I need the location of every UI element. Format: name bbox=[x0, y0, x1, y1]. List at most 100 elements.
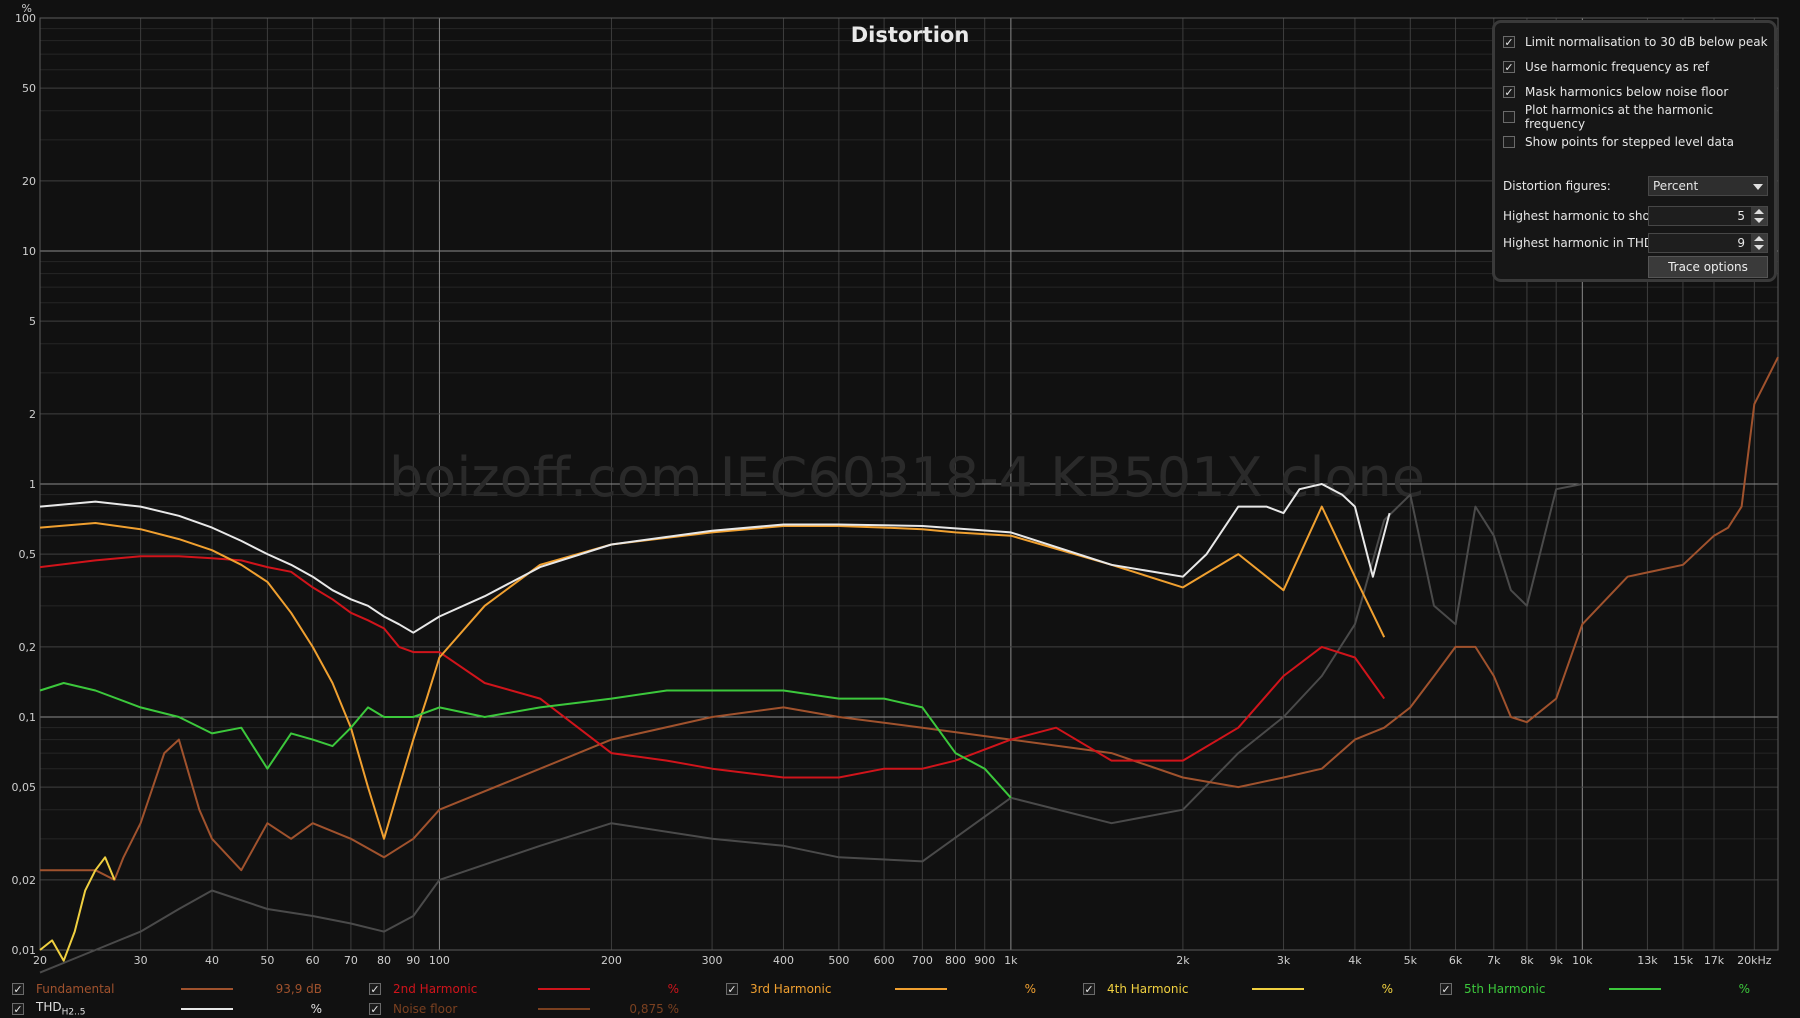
option-row[interactable]: Plot harmonics at the harmonic frequency bbox=[1503, 103, 1774, 131]
highest-harmonic-thd-stepper[interactable]: 9 bbox=[1648, 233, 1768, 253]
y-tick-label: 0,2 bbox=[19, 641, 37, 654]
legend-item[interactable]: ✓ Fundamental 93,9 dB bbox=[12, 980, 322, 998]
x-tick-label: 3k bbox=[1277, 954, 1291, 967]
legend-name: 2nd Harmonic bbox=[393, 982, 478, 996]
option-row[interactable]: Show points for stepped level data bbox=[1503, 133, 1734, 151]
highest-harmonic-thd-label: Highest harmonic in THD: bbox=[1503, 236, 1658, 250]
y-tick-label: 5 bbox=[29, 315, 36, 328]
x-tick-label: 7k bbox=[1487, 954, 1501, 967]
x-tick-label: 80 bbox=[377, 954, 391, 967]
x-tick-label: 400 bbox=[773, 954, 794, 967]
stepper-down-icon[interactable] bbox=[1754, 218, 1764, 223]
trace-options-button[interactable]: Trace options bbox=[1648, 256, 1768, 278]
legend-value: % bbox=[1024, 982, 1036, 996]
x-tick-label: 800 bbox=[945, 954, 966, 967]
option-checkbox[interactable]: ✓ bbox=[1503, 86, 1515, 99]
option-label: Show points for stepped level data bbox=[1525, 135, 1734, 149]
y-tick-label: 20 bbox=[22, 175, 36, 188]
option-checkbox[interactable]: ✓ bbox=[1503, 36, 1515, 49]
option-checkbox[interactable]: ✓ bbox=[1503, 61, 1515, 74]
legend-checkbox[interactable]: ✓ bbox=[12, 1003, 24, 1016]
legend-item[interactable]: ✓ 2nd Harmonic% bbox=[369, 980, 679, 998]
y-tick-label: 0,1 bbox=[19, 711, 37, 724]
x-tick-label: 20 bbox=[33, 954, 47, 967]
legend-checkbox[interactable]: ✓ bbox=[12, 983, 24, 996]
highest-harmonic-show-stepper[interactable]: 5 bbox=[1648, 206, 1768, 226]
stepper-up-icon[interactable] bbox=[1754, 209, 1764, 214]
distortion-figures-dropdown[interactable]: Percent bbox=[1648, 176, 1768, 196]
x-tick-label: 1k bbox=[1004, 954, 1018, 967]
y-unit-label: % bbox=[22, 2, 32, 15]
stepper-up-icon[interactable] bbox=[1754, 236, 1764, 241]
x-tick-label: 90 bbox=[406, 954, 420, 967]
x-tick-label: 100 bbox=[429, 954, 450, 967]
legend-checkbox[interactable]: ✓ bbox=[369, 983, 381, 996]
legend-value: 0,875 % bbox=[629, 1002, 679, 1016]
x-tick-label: 13k bbox=[1637, 954, 1658, 967]
y-tick-label: 50 bbox=[22, 82, 36, 95]
x-tick-label: 60 bbox=[306, 954, 320, 967]
legend-name-subscript: H2..5 bbox=[61, 1007, 86, 1018]
options-panel: ✓ Limit normalisation to 30 dB below peak… bbox=[1492, 20, 1777, 282]
legend-swatch bbox=[538, 988, 590, 990]
y-tick-label: 10 bbox=[22, 245, 36, 258]
legend-swatch bbox=[1252, 988, 1304, 990]
x-tick-label: 2k bbox=[1176, 954, 1190, 967]
legend-value: 93,9 dB bbox=[275, 982, 322, 996]
legend-bar: ✓ Fundamental 93,9 dB ✓ 2nd Harmonic% ✓ 3rd Ha… bbox=[0, 974, 1800, 1018]
legend-name: 3rd Harmonic bbox=[750, 982, 832, 996]
x-tick-label: 900 bbox=[974, 954, 995, 967]
option-row[interactable]: ✓ Limit normalisation to 30 dB below peak bbox=[1503, 33, 1768, 51]
legend-item[interactable]: ✓ 5th Harmonic% bbox=[1440, 980, 1750, 998]
x-tick-label: 17k bbox=[1704, 954, 1725, 967]
x-tick-label: 70 bbox=[344, 954, 358, 967]
legend-swatch bbox=[181, 988, 233, 990]
option-label: Use harmonic frequency as ref bbox=[1525, 60, 1709, 74]
y-tick-label: 2 bbox=[29, 408, 36, 421]
legend-item[interactable]: ✓ Noise floor 0,875 % bbox=[369, 1000, 679, 1018]
x-tick-label: 15k bbox=[1673, 954, 1694, 967]
stepper-down-icon[interactable] bbox=[1754, 245, 1764, 250]
legend-name: Fundamental bbox=[36, 982, 115, 996]
legend-name: 4th Harmonic bbox=[1107, 982, 1189, 996]
option-checkbox[interactable] bbox=[1503, 111, 1515, 123]
legend-swatch bbox=[895, 988, 947, 990]
highest-harmonic-show-value: 5 bbox=[1737, 209, 1745, 223]
option-row[interactable]: ✓ Use harmonic frequency as ref bbox=[1503, 58, 1709, 76]
x-tick-label: 9k bbox=[1549, 954, 1563, 967]
x-tick-label: 5k bbox=[1404, 954, 1418, 967]
stepper-buttons[interactable] bbox=[1751, 207, 1767, 225]
option-label: Mask harmonics below noise floor bbox=[1525, 85, 1729, 99]
x-tick-label: 50 bbox=[260, 954, 274, 967]
legend-checkbox[interactable]: ✓ bbox=[726, 983, 738, 996]
legend-checkbox[interactable]: ✓ bbox=[369, 1003, 381, 1016]
stepper-buttons[interactable] bbox=[1751, 234, 1767, 252]
legend-swatch bbox=[1609, 988, 1661, 990]
legend-name: 5th Harmonic bbox=[1464, 982, 1546, 996]
legend-value: % bbox=[1738, 982, 1750, 996]
distortion-figures-value: Percent bbox=[1653, 179, 1699, 193]
x-tick-label: 700 bbox=[912, 954, 933, 967]
y-tick-label: 0,5 bbox=[19, 548, 37, 561]
legend-name: THDH2..5 bbox=[36, 1000, 86, 1018]
x-tick-label: 8k bbox=[1520, 954, 1534, 967]
legend-value: % bbox=[1381, 982, 1393, 996]
x-tick-label: 40 bbox=[205, 954, 219, 967]
legend-item[interactable]: ✓ 4th Harmonic% bbox=[1083, 980, 1393, 998]
highest-harmonic-show-label: Highest harmonic to show: bbox=[1503, 209, 1664, 223]
legend-checkbox[interactable]: ✓ bbox=[1083, 983, 1095, 996]
legend-name: Noise floor bbox=[393, 1002, 458, 1016]
x-tick-label: 4k bbox=[1348, 954, 1362, 967]
option-checkbox[interactable] bbox=[1503, 136, 1515, 148]
distortion-figures-label: Distortion figures: bbox=[1503, 179, 1611, 193]
legend-item[interactable]: ✓ THDH2..5% bbox=[12, 1000, 322, 1018]
legend-value: % bbox=[667, 982, 679, 996]
legend-item[interactable]: ✓ 3rd Harmonic% bbox=[726, 980, 1036, 998]
highest-harmonic-thd-value: 9 bbox=[1737, 236, 1745, 250]
legend-swatch bbox=[538, 1008, 590, 1010]
y-tick-label: 0,05 bbox=[12, 781, 37, 794]
option-row[interactable]: ✓ Mask harmonics below noise floor bbox=[1503, 83, 1728, 101]
watermark: boizoff.com IEC60318-4 KB501X clone bbox=[389, 446, 1425, 509]
legend-checkbox[interactable]: ✓ bbox=[1440, 983, 1452, 996]
x-tick-label: 500 bbox=[828, 954, 849, 967]
